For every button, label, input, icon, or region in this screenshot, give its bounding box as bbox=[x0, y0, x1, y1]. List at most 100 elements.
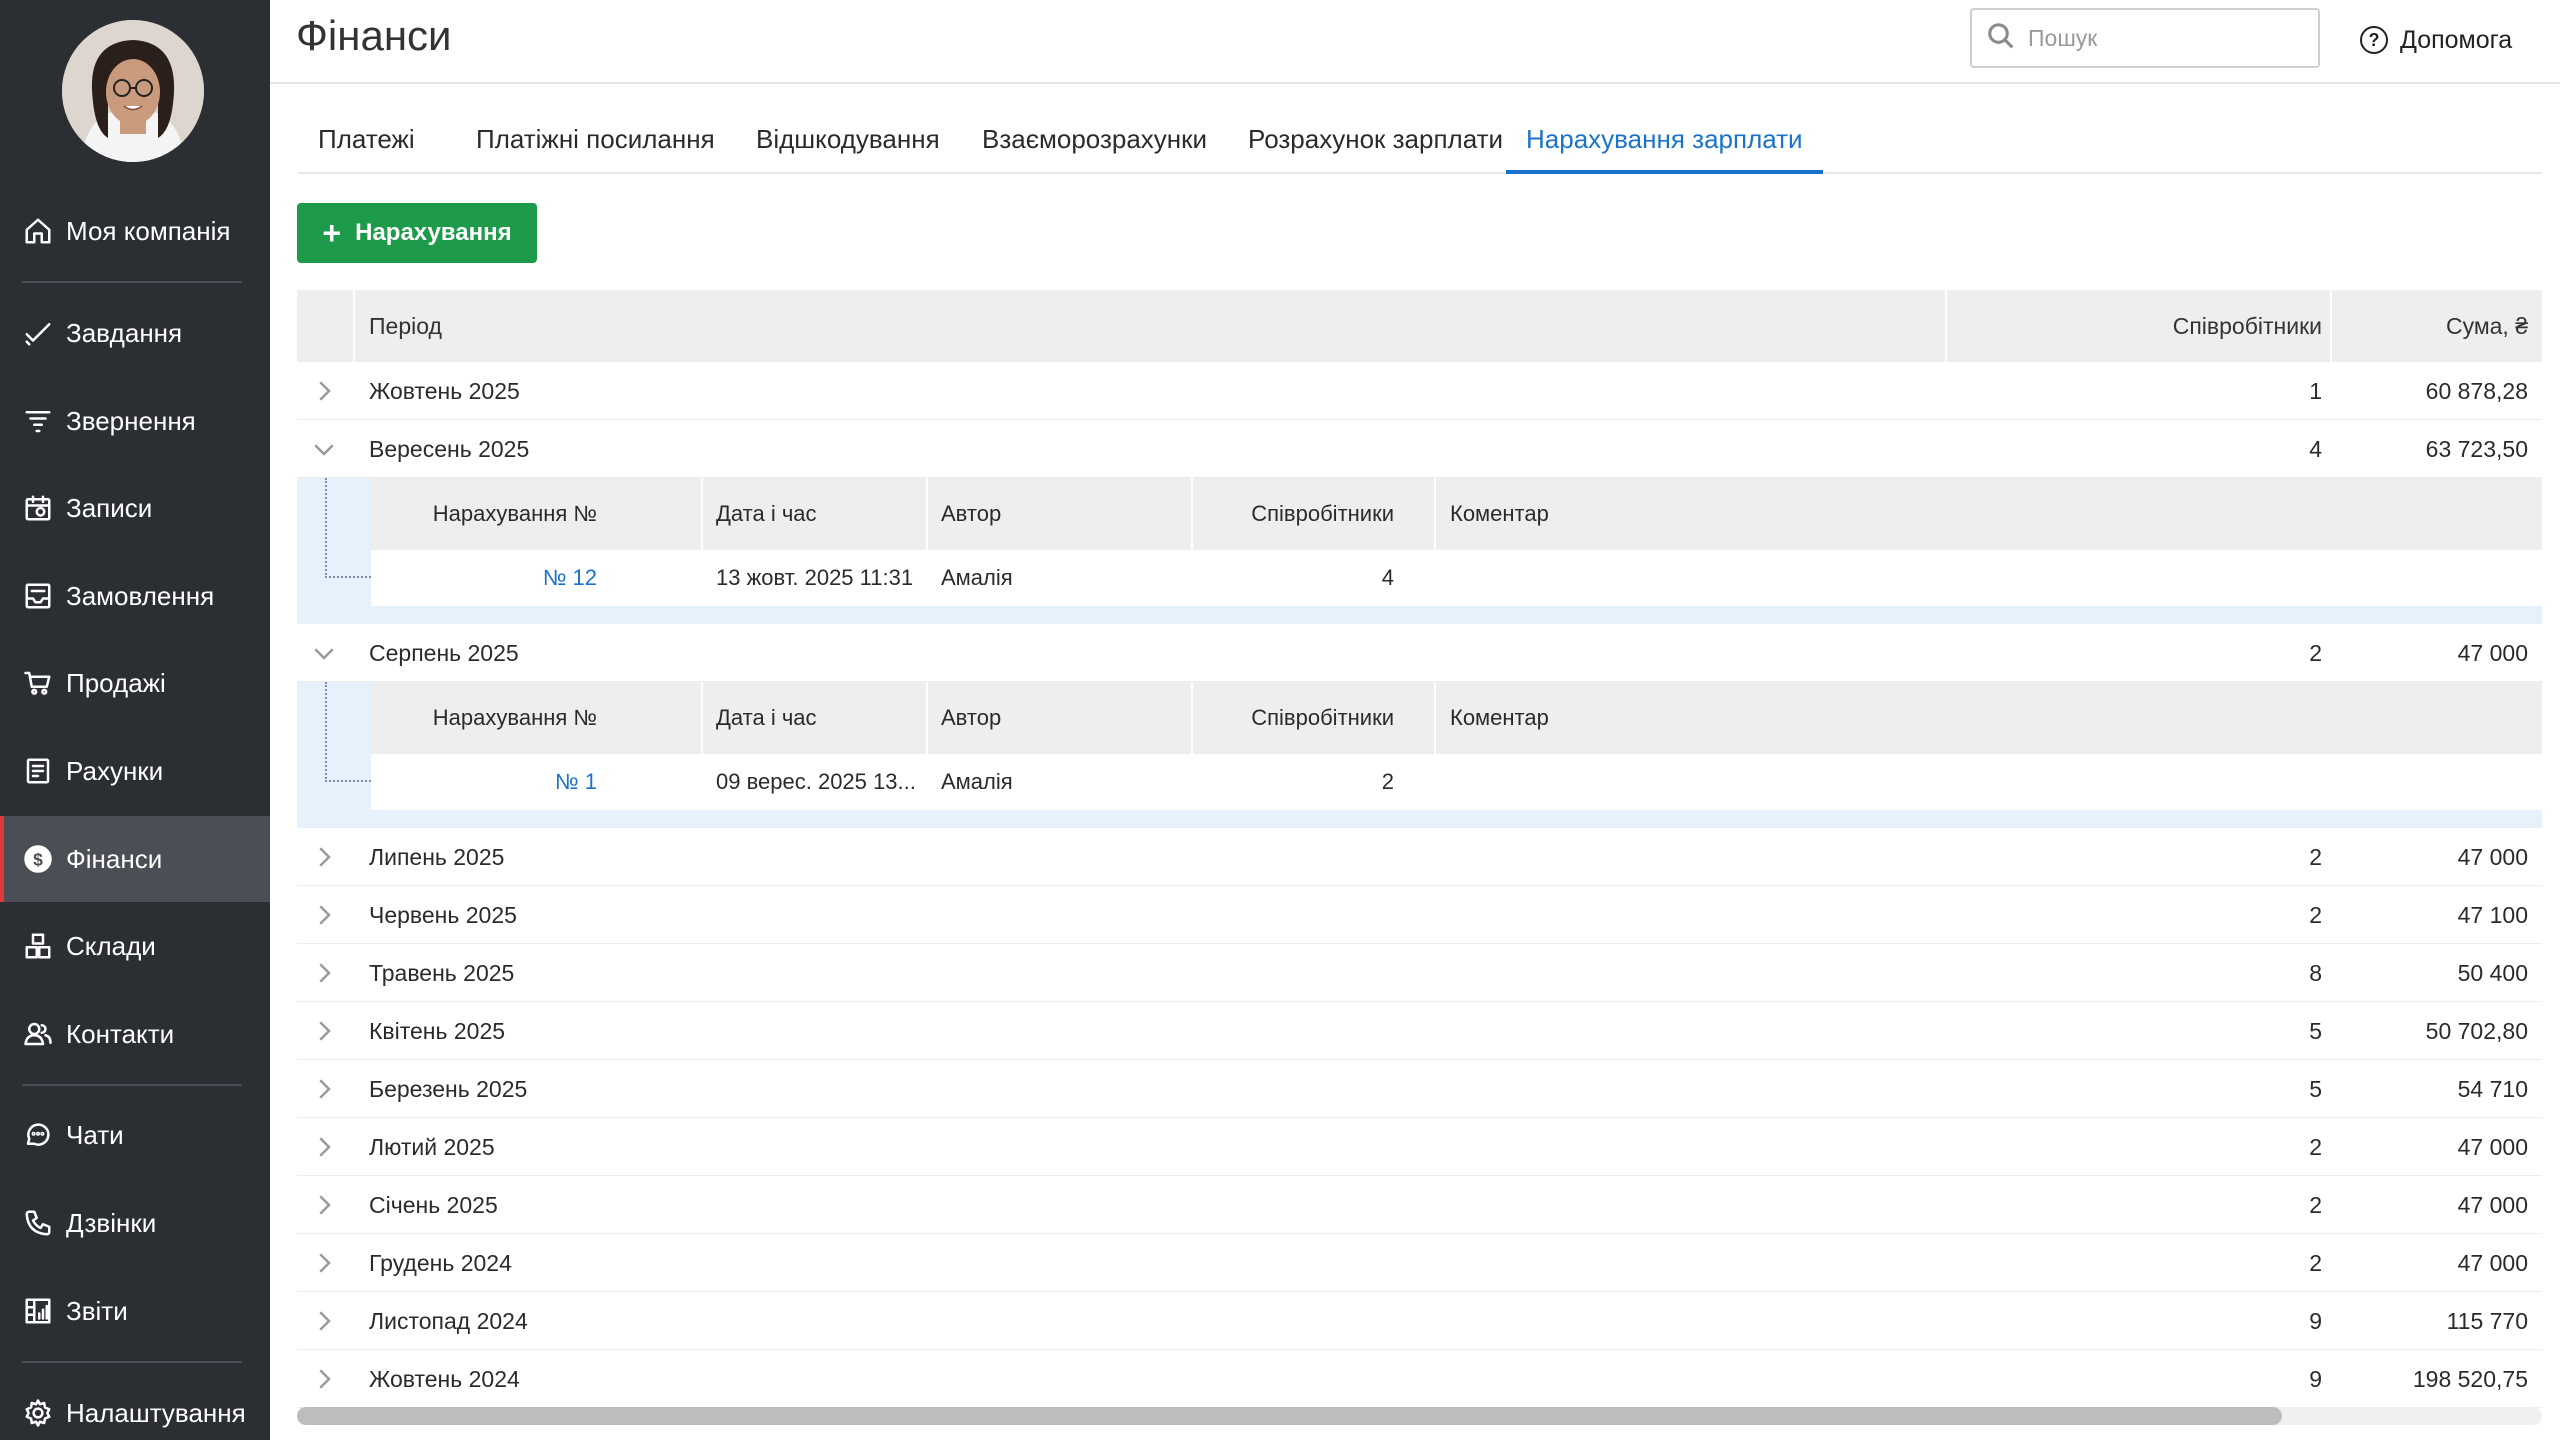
calendar-icon bbox=[22, 492, 54, 524]
sidebar-item-label: Звіти bbox=[66, 1295, 128, 1326]
chevron-right-icon[interactable] bbox=[309, 1248, 339, 1278]
add-accrual-button[interactable]: + Нарахування bbox=[297, 203, 537, 263]
scrollbar-thumb[interactable] bbox=[297, 1407, 2282, 1425]
table-row[interactable]: Березень 2025 5 54 710 bbox=[297, 1060, 2542, 1118]
cart-icon bbox=[22, 667, 54, 699]
sum-cell: 50 702,80 bbox=[2425, 1017, 2528, 1044]
sidebar-item-label: Налаштування bbox=[66, 1397, 246, 1428]
period-cell: Серпень 2025 bbox=[369, 639, 519, 666]
table-row[interactable]: Липень 2025 2 47 000 bbox=[297, 828, 2542, 886]
tab-payments[interactable]: Платежі bbox=[298, 116, 435, 174]
column-header-employees[interactable]: Співробітники bbox=[2173, 290, 2322, 362]
sidebar-item-label: Продажі bbox=[66, 667, 166, 698]
avatar[interactable] bbox=[62, 20, 204, 162]
chevron-right-icon[interactable] bbox=[309, 842, 339, 872]
table-row[interactable]: Січень 2025 2 47 000 bbox=[297, 1176, 2542, 1234]
sidebar-item-settings[interactable]: Налаштування bbox=[0, 1370, 270, 1456]
column-header-period[interactable]: Період bbox=[369, 290, 442, 362]
column-header-sum[interactable]: Сума, ₴ bbox=[2446, 290, 2528, 362]
search-box[interactable] bbox=[1970, 8, 2320, 68]
help-button[interactable]: ? Допомога bbox=[2360, 20, 2512, 60]
employees-cell: 8 bbox=[2309, 959, 2322, 986]
column-divider bbox=[2330, 290, 2332, 362]
period-cell: Жовтень 2025 bbox=[369, 377, 520, 404]
sum-cell: 47 000 bbox=[2457, 1133, 2528, 1160]
divider bbox=[22, 1084, 242, 1086]
tab-refunds[interactable]: Відшкодування bbox=[736, 116, 960, 174]
table-row[interactable]: Травень 2025 8 50 400 bbox=[297, 944, 2542, 1002]
table-row[interactable]: Грудень 2024 2 47 000 bbox=[297, 1234, 2542, 1292]
sidebar-item-label: Чати bbox=[66, 1119, 124, 1150]
sidebar-item-reports[interactable]: Звіти bbox=[0, 1268, 270, 1354]
table-row[interactable]: Жовтень 2024 9 198 520,75 bbox=[297, 1350, 2542, 1408]
table-row[interactable]: Жовтень 2025 1 60 878,28 bbox=[297, 362, 2542, 420]
sidebar-item-my-company[interactable]: Моя компанія bbox=[0, 188, 270, 274]
tab-payroll-calculation[interactable]: Розрахунок зарплати bbox=[1228, 116, 1523, 174]
chevron-down-icon[interactable] bbox=[309, 434, 339, 464]
sum-cell: 47 000 bbox=[2457, 1191, 2528, 1218]
employees-cell: 2 bbox=[2309, 639, 2322, 666]
employees-cell: 9 bbox=[2309, 1307, 2322, 1334]
chevron-right-icon[interactable] bbox=[309, 900, 339, 930]
tree-connector bbox=[325, 682, 371, 782]
table-row[interactable]: Квітень 2025 5 50 702,80 bbox=[297, 1002, 2542, 1060]
details-table: Нарахування № Дата і час Автор Співробіт… bbox=[371, 478, 2542, 606]
table-row[interactable]: Серпень 2025 2 47 000 bbox=[297, 624, 2542, 682]
chat-icon bbox=[22, 1119, 54, 1151]
tab-payment-links[interactable]: Платіжні посилання bbox=[456, 116, 735, 174]
sidebar-item-records[interactable]: Записи bbox=[0, 465, 270, 551]
details-row[interactable]: № 12 13 жовт. 2025 11:31 Амалія 4 bbox=[371, 550, 2542, 606]
sidebar-item-label: Рахунки bbox=[66, 755, 164, 786]
contacts-icon bbox=[22, 1018, 54, 1050]
sidebar-item-chats[interactable]: Чати bbox=[0, 1092, 270, 1178]
sidebar-item-contacts[interactable]: Контакти bbox=[0, 991, 270, 1077]
chevron-right-icon[interactable] bbox=[309, 1074, 339, 1104]
column-header-comment: Коментар bbox=[1450, 501, 1549, 526]
search-input[interactable] bbox=[2028, 24, 2298, 52]
tab-settlements[interactable]: Взаєморозрахунки bbox=[962, 116, 1227, 174]
horizontal-scrollbar[interactable] bbox=[297, 1407, 2542, 1425]
chevron-right-icon[interactable] bbox=[309, 1016, 339, 1046]
chevron-right-icon[interactable] bbox=[309, 1364, 339, 1394]
details-table: Нарахування № Дата і час Автор Співробіт… bbox=[371, 682, 2542, 810]
chevron-right-icon[interactable] bbox=[309, 958, 339, 988]
column-header-employees: Співробітники bbox=[1251, 501, 1394, 526]
tab-bar: Платежі Платіжні посилання Відшкодування… bbox=[298, 116, 2542, 174]
sum-cell: 47 100 bbox=[2457, 901, 2528, 928]
employees-cell: 2 bbox=[2309, 901, 2322, 928]
author-cell: Амалія bbox=[941, 565, 1013, 590]
sidebar-item-requests[interactable]: Звернення bbox=[0, 378, 270, 464]
details-row[interactable]: № 1 09 верес. 2025 13... Амалія 2 bbox=[371, 754, 2542, 810]
chevron-down-icon[interactable] bbox=[309, 638, 339, 668]
sidebar-item-label: Фінанси bbox=[66, 843, 163, 874]
dollar-icon: $ bbox=[22, 843, 54, 875]
column-divider bbox=[1945, 290, 1947, 362]
sidebar-item-warehouses[interactable]: Склади bbox=[0, 903, 270, 989]
sidebar-item-finance[interactable]: $ Фінанси bbox=[0, 816, 270, 902]
accrual-number-link[interactable]: № 1 bbox=[555, 754, 597, 810]
accrual-number-link[interactable]: № 12 bbox=[543, 550, 597, 606]
sidebar-item-tasks[interactable]: Завдання bbox=[0, 290, 270, 376]
sidebar-item-calls[interactable]: Дзвінки bbox=[0, 1180, 270, 1266]
sidebar-item-orders[interactable]: Замовлення bbox=[0, 553, 270, 639]
chevron-right-icon[interactable] bbox=[309, 1132, 339, 1162]
chevron-right-icon[interactable] bbox=[309, 376, 339, 406]
sum-cell: 54 710 bbox=[2457, 1075, 2528, 1102]
tab-payroll-accrual[interactable]: Нарахування зарплати bbox=[1506, 116, 1823, 174]
column-divider bbox=[1191, 478, 1193, 550]
table-row[interactable]: Лютий 2025 2 47 000 bbox=[297, 1118, 2542, 1176]
table-row[interactable]: Вересень 2025 4 63 723,50 bbox=[297, 420, 2542, 478]
column-header-datetime: Дата і час bbox=[716, 501, 817, 526]
sidebar-item-sales[interactable]: Продажі bbox=[0, 640, 270, 726]
employees-cell: 2 bbox=[1381, 769, 1394, 794]
table-row[interactable]: Листопад 2024 9 115 770 bbox=[297, 1292, 2542, 1350]
chevron-right-icon[interactable] bbox=[309, 1306, 339, 1336]
check-icon bbox=[22, 317, 54, 349]
period-cell: Червень 2025 bbox=[369, 901, 517, 928]
table-row[interactable]: Червень 2025 2 47 100 bbox=[297, 886, 2542, 944]
add-accrual-label: Нарахування bbox=[355, 219, 512, 246]
sidebar-item-label: Моя компанія bbox=[66, 215, 231, 246]
sidebar-item-invoices[interactable]: Рахунки bbox=[0, 728, 270, 814]
chevron-right-icon[interactable] bbox=[309, 1190, 339, 1220]
column-divider bbox=[701, 478, 703, 550]
